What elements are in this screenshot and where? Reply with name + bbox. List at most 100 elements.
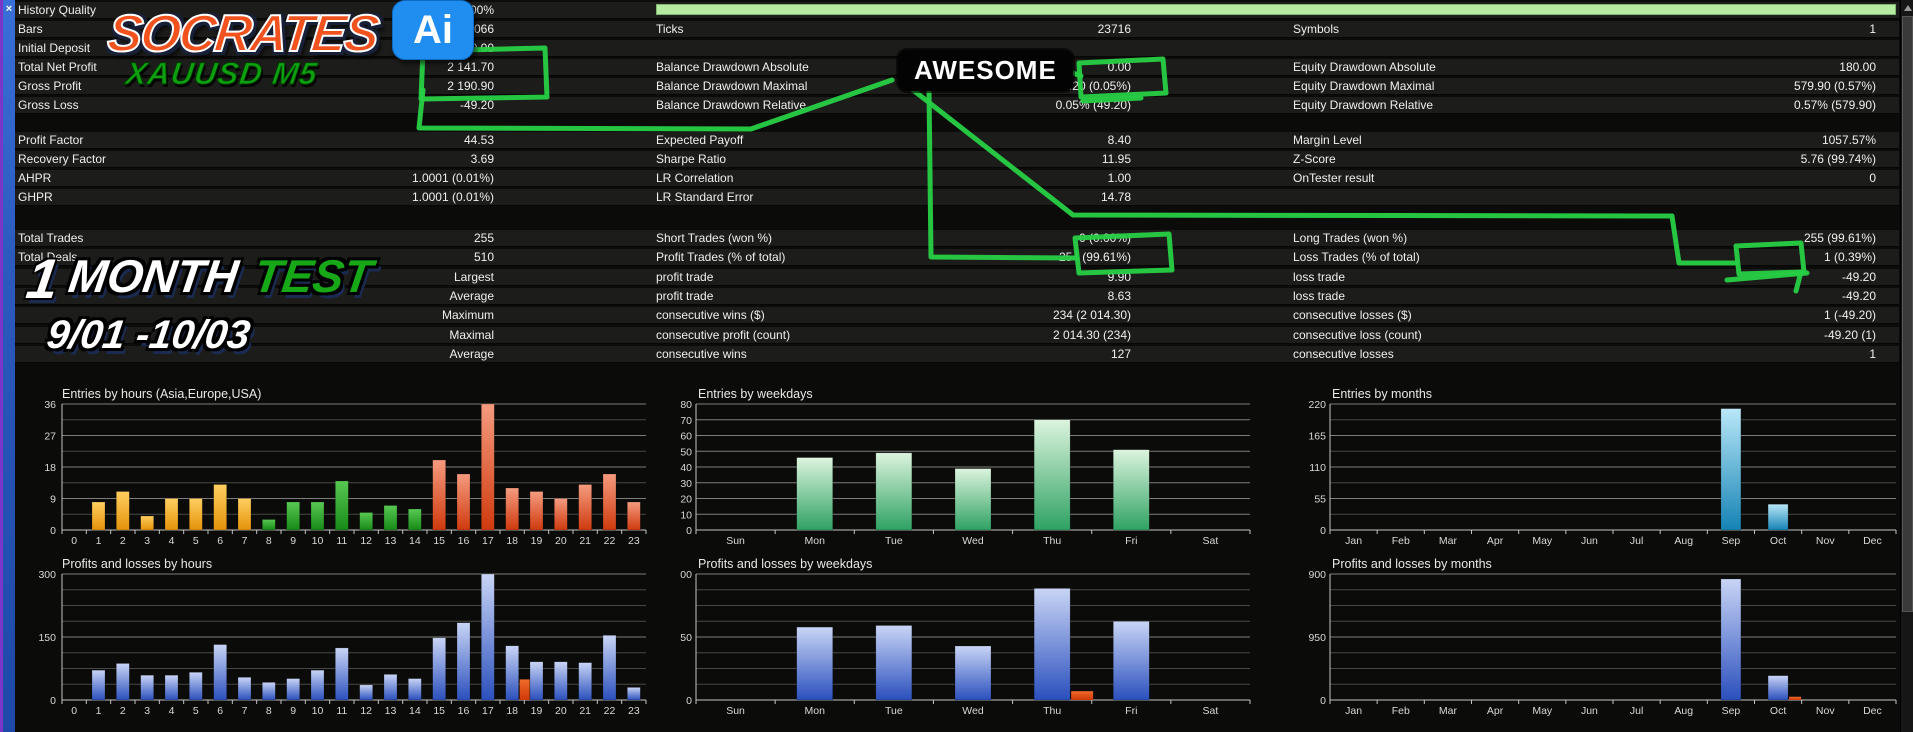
- stat-value: 1: [1869, 22, 1876, 36]
- stat-label: Equity Drawdown Relative: [1293, 98, 1434, 112]
- stat-value: -49.20: [1841, 270, 1876, 284]
- x-axis-label: Oct: [1770, 535, 1786, 547]
- bar: [1767, 503, 1789, 531]
- scrollbar-thumb[interactable]: [1902, 16, 1913, 612]
- stat-value: 1.0001 (0.01%): [411, 171, 494, 185]
- bar: [286, 501, 300, 531]
- x-axis-label: Oct: [1770, 705, 1786, 717]
- stat-value: 23716: [1097, 22, 1131, 36]
- bar: [262, 519, 276, 531]
- y-axis-label: 700: [680, 569, 692, 581]
- x-axis-label: 9: [290, 705, 296, 717]
- stat-value: -49.20 (1): [1823, 328, 1876, 342]
- x-axis-label: Fri: [1125, 705, 1137, 717]
- stamp-date-range: 9/01 -10/03: [44, 313, 253, 357]
- x-axis-label: 20: [555, 705, 567, 717]
- x-axis-label: Wed: [962, 705, 984, 717]
- bar: [335, 647, 349, 701]
- chart-entries-by-months: Entries by months 0 55 110 165 220 Jan Feb Mar Ap…: [1308, 382, 1900, 554]
- stat-value: 44.53: [463, 133, 494, 147]
- x-axis-label: Apr: [1487, 535, 1504, 547]
- y-axis-label: 0: [50, 525, 56, 537]
- y-axis-label: 165: [1308, 431, 1326, 443]
- x-axis-label: 21: [579, 705, 591, 717]
- stat-label: Ticks: [656, 22, 684, 36]
- bar: [1033, 419, 1071, 531]
- y-axis-label: 0: [50, 695, 56, 707]
- x-axis-label: 0: [71, 705, 77, 717]
- x-axis-label: 20: [555, 535, 567, 547]
- x-axis-label: Jun: [1581, 535, 1598, 547]
- stat-value: 1.0001 (0.01%): [411, 190, 494, 204]
- stat-label: loss trade: [1293, 270, 1346, 284]
- close-icon[interactable]: ×: [3, 2, 15, 16]
- stat-value: 2 190.90: [447, 79, 494, 93]
- vertical-scrollbar[interactable]: [1900, 0, 1913, 732]
- x-axis-label: 0: [71, 535, 77, 547]
- x-axis-label: Tue: [885, 535, 903, 547]
- x-axis-label: Apr: [1487, 705, 1504, 717]
- bar: [875, 625, 913, 701]
- x-axis-label: Fri: [1125, 535, 1137, 547]
- stat-label: Sharpe Ratio: [656, 152, 727, 166]
- x-axis-label: 8: [266, 705, 272, 717]
- x-axis-label: 22: [604, 535, 616, 547]
- bar: [1113, 449, 1150, 531]
- stat-value: 5.76 (99.74%): [1800, 152, 1876, 166]
- x-axis-label: 5: [193, 705, 199, 717]
- x-axis-label: Thu: [1043, 535, 1061, 547]
- stat-value: 255: [473, 231, 494, 245]
- stat-value: 2 141.70: [447, 60, 494, 74]
- x-axis-label: Jan: [1345, 705, 1362, 717]
- scrollbar-up-arrow-icon[interactable]: [1904, 5, 1912, 11]
- chart-pl-by-weekdays: Profits and losses by weekdays 0 350 700 Sun…: [674, 552, 1255, 724]
- stat-label: consecutive losses: [1293, 347, 1394, 361]
- x-axis-label: Sat: [1203, 705, 1219, 717]
- y-axis-label: 350: [680, 632, 692, 644]
- x-axis-label: 13: [385, 705, 397, 717]
- x-axis-label: Jan: [1345, 535, 1362, 547]
- x-axis-label: Sat: [1203, 535, 1219, 547]
- x-axis-label: Wed: [962, 535, 984, 547]
- stat-label: consecutive profit (count): [656, 328, 791, 342]
- bar: [213, 644, 227, 701]
- y-axis-label: 30: [680, 478, 692, 490]
- stat-value: Maximal: [449, 328, 494, 342]
- stat-label: Balance Drawdown Relative: [656, 98, 807, 112]
- stat-label: History Quality: [18, 3, 97, 17]
- stat-value: -49.20: [459, 98, 494, 112]
- x-axis-label: 2: [120, 535, 126, 547]
- bar: [335, 480, 349, 531]
- stat-label: Z-Score: [1293, 152, 1336, 166]
- bar: [140, 674, 154, 701]
- stat-value: 579.90 (0.57%): [1793, 79, 1876, 93]
- y-axis-label: 18: [44, 462, 56, 474]
- y-axis-label: 300: [38, 569, 56, 581]
- x-axis-label: Nov: [1816, 535, 1835, 547]
- bar: [359, 684, 373, 701]
- bar: [91, 501, 106, 531]
- stat-label: Recovery Factor: [18, 152, 107, 166]
- x-axis-label: Thu: [1043, 705, 1061, 717]
- stat-value: 0.57% (579.90): [1793, 98, 1876, 112]
- chart-title: Entries by weekdays: [698, 387, 813, 401]
- stat-label: Long Trades (won %): [1293, 231, 1408, 245]
- bar: [237, 677, 252, 701]
- x-axis-label: Sep: [1722, 535, 1741, 547]
- x-axis-label: Mar: [1439, 535, 1458, 547]
- stat-value: 14.78: [1100, 190, 1131, 204]
- chart-title: Profits and losses by months: [1332, 557, 1492, 571]
- bar: [286, 678, 300, 701]
- stat-label: Margin Level: [1293, 133, 1362, 147]
- bar: [602, 635, 617, 701]
- stat-row: Gross Loss -49.20 Balance Drawdown Relativ…: [15, 97, 1899, 114]
- chart-entries-by-weekdays: Entries by weekdays 0 10 20 30 40 50 60 70 80 Sun M…: [680, 382, 1255, 554]
- stat-label: Bars: [18, 22, 43, 36]
- x-axis-label: 4: [169, 705, 175, 717]
- bar: [383, 674, 398, 701]
- bar: [529, 661, 544, 701]
- x-axis-label: 13: [385, 535, 397, 547]
- x-axis-label: 17: [482, 705, 494, 717]
- stat-label: Initial Deposit: [18, 41, 91, 55]
- chart-pl-by-hours: Profits and losses by hours 0 150 300 0 1 2 3 4 5…: [35, 552, 653, 724]
